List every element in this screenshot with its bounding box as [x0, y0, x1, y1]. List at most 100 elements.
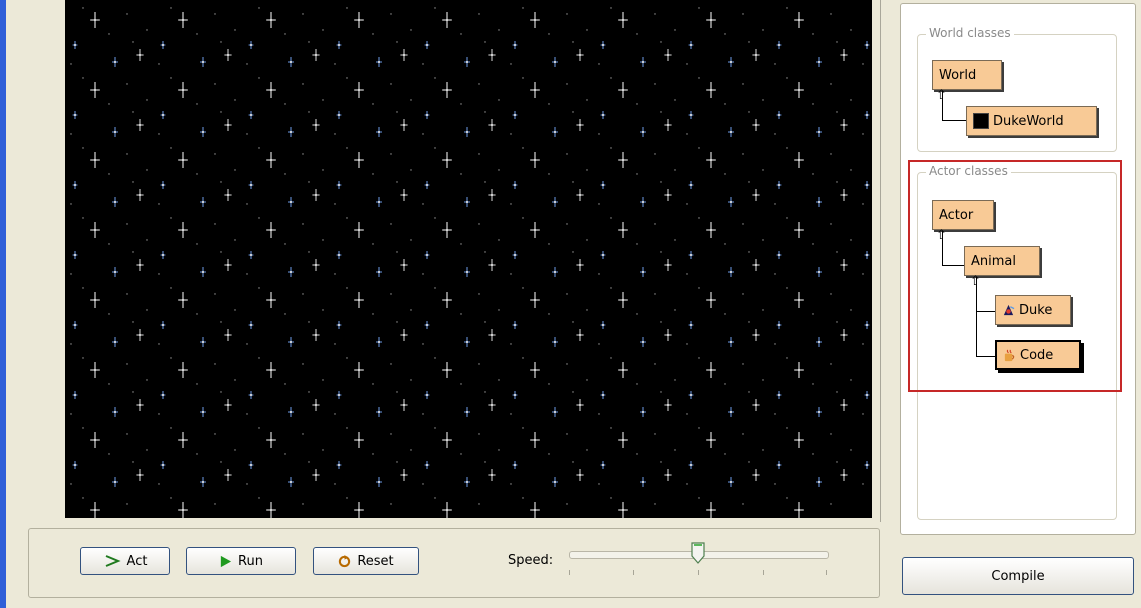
star	[424, 181, 430, 189]
star	[160, 321, 166, 329]
star-dot	[698, 287, 700, 289]
star-dot	[214, 13, 216, 15]
star-dot	[396, 41, 398, 43]
star	[728, 127, 734, 137]
star	[530, 502, 540, 518]
compile-button[interactable]: Compile	[902, 557, 1134, 595]
star-dot	[220, 251, 222, 253]
speed-slider-thumb[interactable]	[691, 542, 705, 564]
star-dot	[196, 313, 198, 315]
star-dot	[522, 287, 524, 289]
star-dot	[246, 63, 248, 65]
star	[136, 259, 144, 271]
star-dot	[284, 313, 286, 315]
star	[160, 391, 166, 399]
star-dot	[410, 169, 412, 171]
star-dot	[322, 309, 324, 311]
star-dot	[786, 217, 788, 219]
star-dot	[132, 321, 134, 323]
star-dot	[460, 313, 462, 315]
star-dot	[132, 461, 134, 463]
star-dot	[786, 427, 788, 429]
star-dot	[308, 391, 310, 393]
star-dot	[660, 181, 662, 183]
star-dot	[748, 251, 750, 253]
star-dot	[308, 181, 310, 183]
star	[160, 181, 166, 189]
star	[728, 57, 734, 67]
star-dot	[246, 343, 248, 345]
star	[354, 152, 364, 168]
star-dot	[498, 169, 500, 171]
star-dot	[762, 29, 764, 31]
star-dot	[698, 357, 700, 359]
class-dukeworld[interactable]: DukeWorld	[966, 106, 1097, 136]
reset-button[interactable]: Reset	[313, 547, 419, 575]
star-dot	[686, 483, 688, 485]
star-dot	[372, 33, 374, 35]
star	[400, 329, 408, 341]
star	[816, 267, 822, 277]
star	[706, 362, 716, 378]
star-dot	[510, 273, 512, 275]
world-view[interactable]	[65, 0, 872, 518]
act-button[interactable]: Act	[80, 547, 170, 575]
star-dot	[654, 83, 656, 85]
star-dot	[434, 77, 436, 79]
star-dot	[484, 251, 486, 253]
star-dot	[786, 147, 788, 149]
star-dot	[830, 13, 832, 15]
star-dot	[762, 169, 764, 171]
star-dot	[372, 313, 374, 315]
star-dot	[862, 413, 864, 415]
star	[400, 189, 408, 201]
star-dot	[836, 181, 838, 183]
star	[728, 197, 734, 207]
star-dot	[308, 111, 310, 113]
star-dot	[460, 243, 462, 245]
star	[178, 222, 188, 238]
star	[618, 362, 628, 378]
star	[424, 461, 430, 469]
star	[336, 321, 342, 329]
star-dot	[686, 133, 688, 135]
star-dot	[396, 461, 398, 463]
star	[688, 41, 694, 49]
star-dot	[126, 363, 128, 365]
star-dot	[422, 483, 424, 485]
star-dot	[322, 169, 324, 171]
star	[160, 111, 166, 119]
star-dot	[862, 63, 864, 65]
star-dot	[862, 133, 864, 135]
star	[266, 432, 276, 448]
star	[72, 111, 78, 119]
star-dot	[484, 181, 486, 183]
star-dot	[422, 133, 424, 135]
star	[664, 399, 672, 411]
star-dot	[598, 63, 600, 65]
star-dot	[434, 357, 436, 359]
star-dot	[146, 449, 148, 451]
star-dot	[220, 391, 222, 393]
star	[200, 267, 206, 277]
star-dot	[396, 321, 398, 323]
star-dot	[234, 29, 236, 31]
star-dot	[566, 13, 568, 15]
speed-slider[interactable]	[569, 541, 834, 581]
star	[178, 292, 188, 308]
speed-tick	[826, 570, 827, 575]
star-dot	[284, 33, 286, 35]
star	[552, 57, 558, 67]
star	[72, 461, 78, 469]
star	[752, 49, 760, 61]
class-world[interactable]: World	[932, 60, 1002, 90]
run-button[interactable]: Run	[186, 547, 296, 575]
star-dot	[698, 7, 700, 9]
star-dot	[674, 29, 676, 31]
star-dot	[610, 7, 612, 9]
star	[706, 12, 716, 28]
star	[354, 432, 364, 448]
star	[442, 292, 452, 308]
star	[688, 461, 694, 469]
star	[664, 49, 672, 61]
